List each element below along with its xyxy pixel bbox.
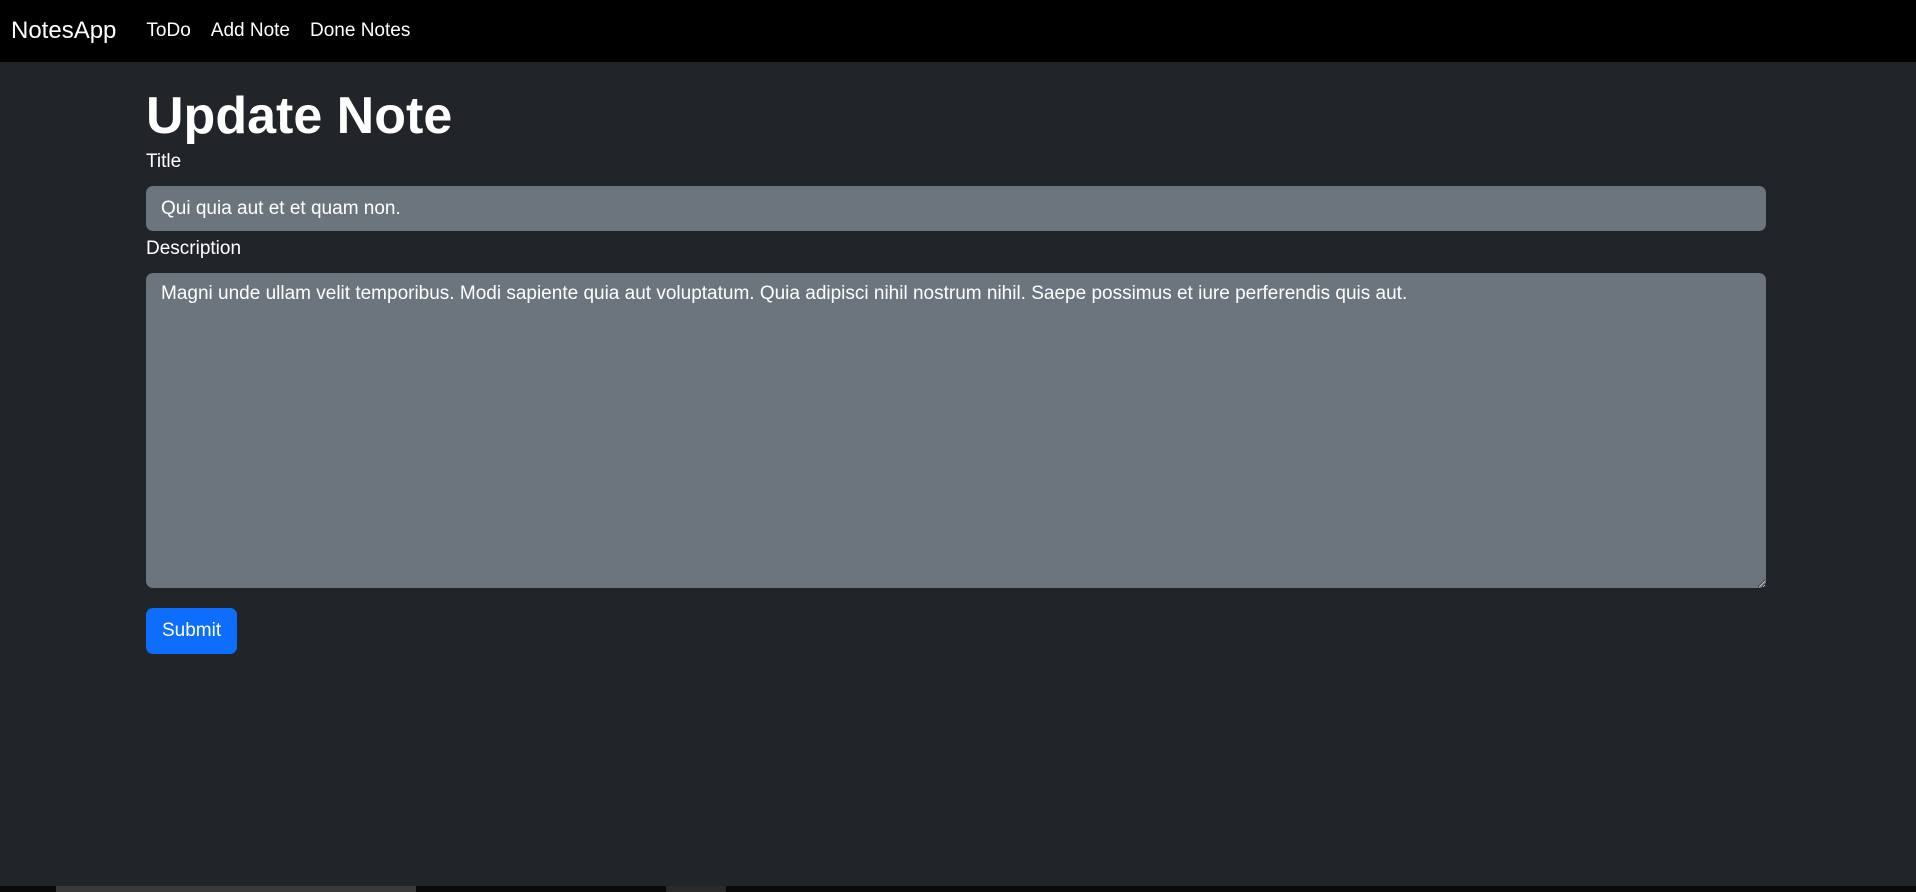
- nav-link-todo[interactable]: ToDo: [146, 20, 190, 42]
- brand-link[interactable]: NotesApp: [11, 17, 116, 45]
- update-note-form: Update Note Title Description Magni unde…: [146, 62, 1766, 654]
- title-input[interactable]: [146, 186, 1766, 231]
- scrollbar-segment: [666, 886, 726, 892]
- nav-link-add-note[interactable]: Add Note: [211, 20, 290, 42]
- page-title: Update Note: [146, 87, 453, 145]
- horizontal-scrollbar[interactable]: [0, 886, 1916, 892]
- description-label: Description: [146, 238, 242, 259]
- navbar: NotesApp ToDo Add Note Done Notes: [0, 0, 1916, 62]
- title-label: Title: [146, 151, 182, 172]
- submit-button[interactable]: Submit: [146, 608, 238, 654]
- scrollbar-thumb[interactable]: [56, 886, 416, 892]
- nav-link-done-notes[interactable]: Done Notes: [310, 20, 410, 42]
- description-textarea[interactable]: Magni unde ullam velit temporibus. Modi …: [146, 273, 1766, 588]
